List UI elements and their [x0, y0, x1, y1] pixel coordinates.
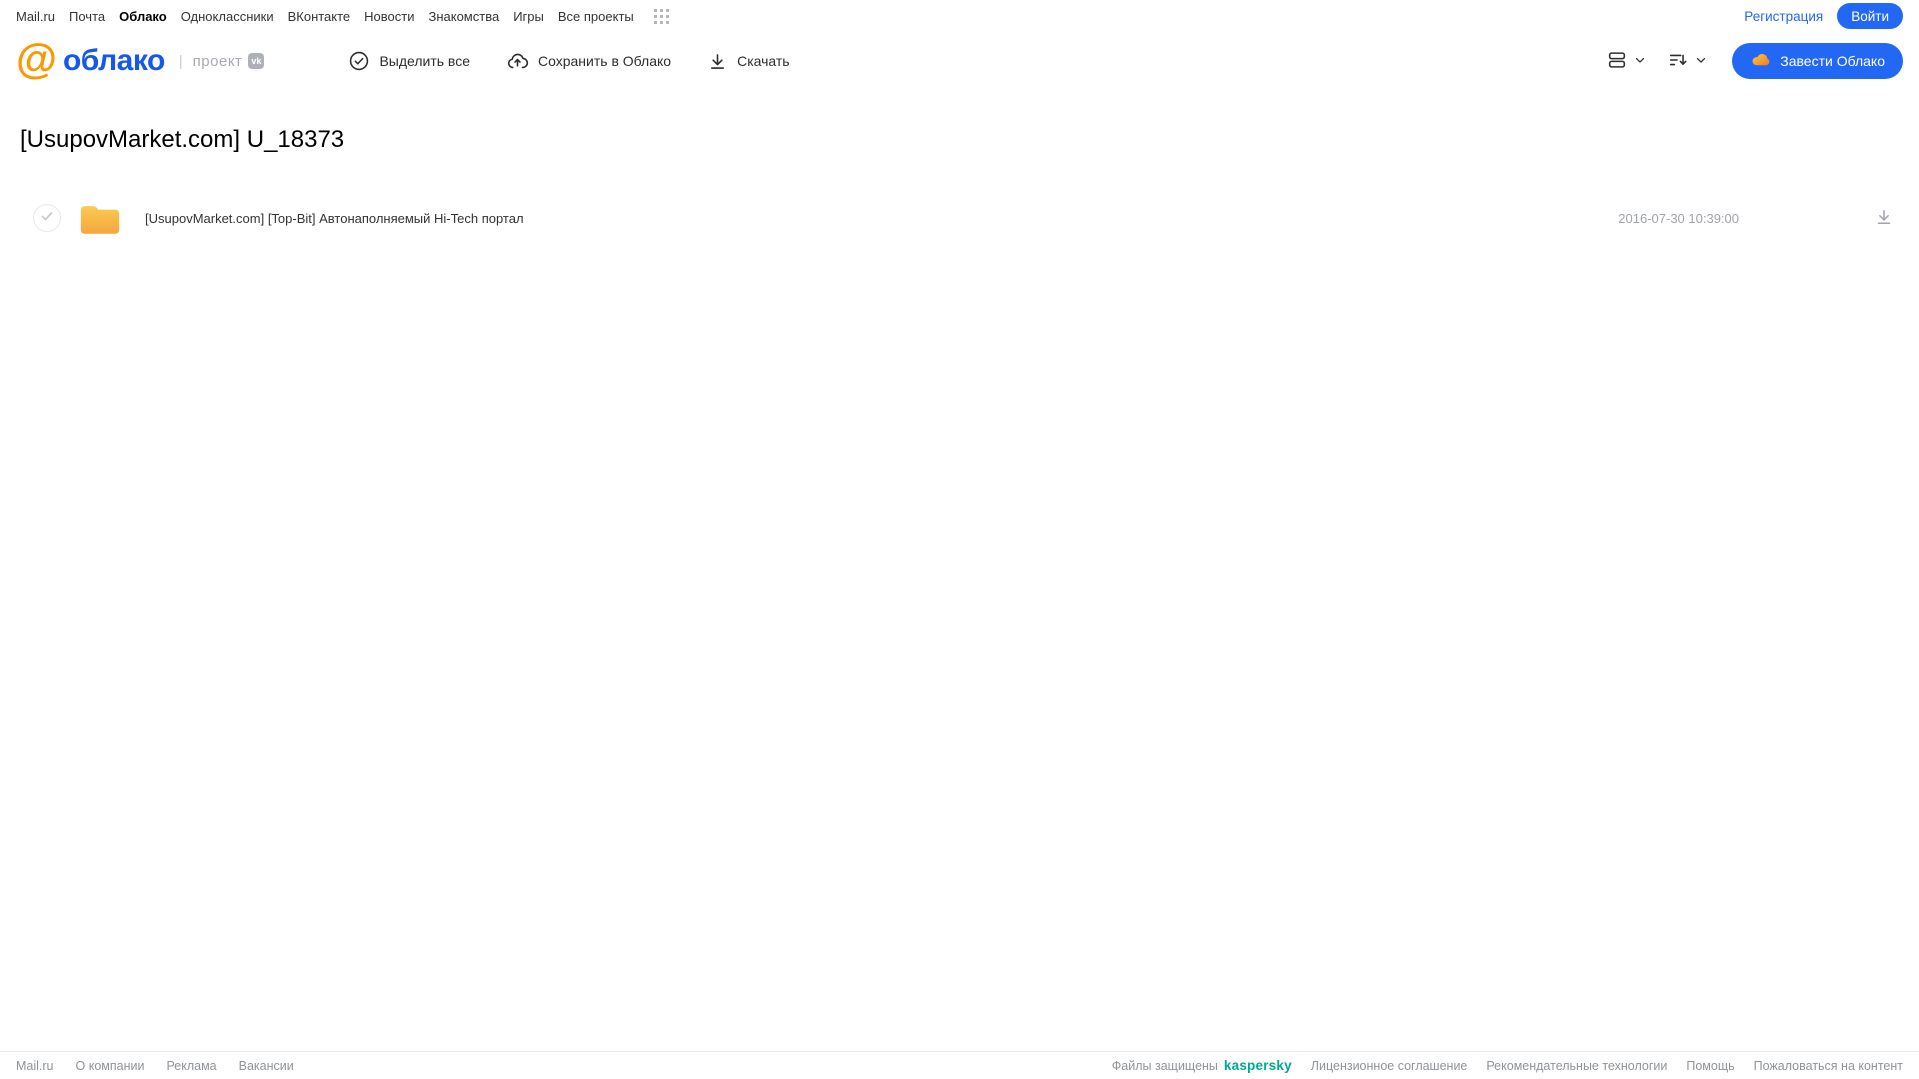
top-nav-links: Mail.ru Почта Облако Одноклассники ВКонт…	[16, 8, 669, 24]
header-right-controls: Завести Облако	[1606, 43, 1903, 79]
file-download-icon	[1874, 207, 1894, 230]
topnav-link-vse-proekty[interactable]: Все проекты	[558, 9, 634, 24]
get-cloud-button[interactable]: Завести Облако	[1732, 43, 1903, 79]
footer-link-recommendation-tech[interactable]: Рекомендательные технологии	[1486, 1059, 1667, 1073]
topnav-link-igry[interactable]: Игры	[513, 9, 544, 24]
cloud-logo[interactable]: @ облако | проект vk	[16, 38, 265, 80]
topnav-link-odnoklassniki[interactable]: Одноклассники	[181, 9, 274, 24]
view-mode-button[interactable]	[1606, 49, 1647, 74]
footer-link-help[interactable]: Помощь	[1686, 1059, 1734, 1073]
chevron-down-icon	[1694, 53, 1708, 70]
file-download-button[interactable]	[1874, 207, 1894, 230]
protected-label: Файлы защищены	[1111, 1058, 1218, 1073]
topnav-link-vkontakte[interactable]: ВКонтакте	[288, 9, 351, 24]
download-label: Скачать	[737, 53, 790, 69]
main-content: [UsupovMarket.com] U_18373 [UsupovMarket	[0, 126, 1919, 242]
folder-icon[interactable]	[78, 200, 122, 237]
file-date: 2016-07-30 10:39:00	[1618, 210, 1739, 226]
footer-link-jobs[interactable]: Вакансии	[239, 1059, 294, 1073]
get-cloud-label: Завести Облако	[1780, 53, 1885, 69]
brand-divider: |	[178, 52, 183, 70]
footer-link-advert[interactable]: Реклама	[166, 1059, 216, 1073]
topnav-link-pochta[interactable]: Почта	[69, 9, 105, 24]
footer: Mail.ru О компании Реклама Вакансии Файл…	[0, 1051, 1919, 1079]
topnav-link-novosti[interactable]: Новости	[364, 9, 414, 24]
footer-link-report-content[interactable]: Пожаловаться на контент	[1754, 1059, 1903, 1073]
chevron-down-icon	[1633, 53, 1647, 70]
brand-name: облако	[62, 44, 165, 77]
kaspersky-protected: Файлы защищены kaspersky	[1112, 1058, 1292, 1073]
view-mode-icon	[1606, 49, 1628, 74]
sort-icon	[1667, 49, 1689, 74]
check-icon	[40, 209, 54, 228]
file-row[interactable]: [UsupovMarket.com] [Top-Bit] Автонаполня…	[0, 194, 1919, 242]
file-name-link[interactable]: [UsupovMarket.com] [Top-Bit] Автонаполня…	[145, 211, 524, 226]
footer-left-links: Mail.ru О компании Реклама Вакансии	[16, 1059, 294, 1073]
footer-right-links: Файлы защищены kaspersky Лицензионное со…	[1112, 1058, 1903, 1073]
kaspersky-logo[interactable]: kaspersky	[1224, 1058, 1292, 1073]
footer-link-license[interactable]: Лицензионное соглашение	[1311, 1059, 1468, 1073]
download-button[interactable]: Скачать	[707, 51, 790, 72]
header-bar: @ облако | проект vk Выделить все Сохран…	[0, 32, 1919, 90]
select-all-label: Выделить все	[379, 53, 470, 69]
topnav-link-oblako[interactable]: Облако	[119, 9, 167, 24]
cloud-upload-icon	[506, 50, 529, 73]
save-to-cloud-button[interactable]: Сохранить в Облако	[506, 50, 671, 73]
login-button[interactable]: Войти	[1837, 3, 1903, 29]
topnav-link-mailru[interactable]: Mail.ru	[16, 9, 55, 24]
top-nav-auth: Регистрация Войти	[1744, 3, 1903, 29]
vk-badge-icon: vk	[248, 53, 265, 69]
registration-link[interactable]: Регистрация	[1744, 9, 1823, 24]
download-icon	[707, 51, 728, 72]
check-circle-icon	[348, 50, 370, 72]
apps-grid-icon[interactable]	[653, 8, 669, 24]
mailru-at-icon: @	[16, 35, 57, 82]
top-navigation: Mail.ru Почта Облако Одноклассники ВКонт…	[0, 0, 1919, 32]
file-checkbox[interactable]	[33, 204, 61, 232]
footer-link-mailru[interactable]: Mail.ru	[16, 1059, 54, 1073]
save-to-cloud-label: Сохранить в Облако	[537, 53, 672, 69]
cloud-icon	[1750, 49, 1771, 73]
footer-link-company[interactable]: О компании	[76, 1059, 145, 1073]
project-label: проект	[192, 52, 243, 70]
select-all-button[interactable]: Выделить все	[348, 50, 470, 72]
file-toolbar: Выделить все Сохранить в Облако Скачать	[348, 50, 790, 73]
page-title: [UsupovMarket.com] U_18373	[20, 126, 345, 153]
topnav-link-znakomstva[interactable]: Знакомства	[428, 9, 499, 24]
sort-button[interactable]	[1667, 49, 1708, 74]
